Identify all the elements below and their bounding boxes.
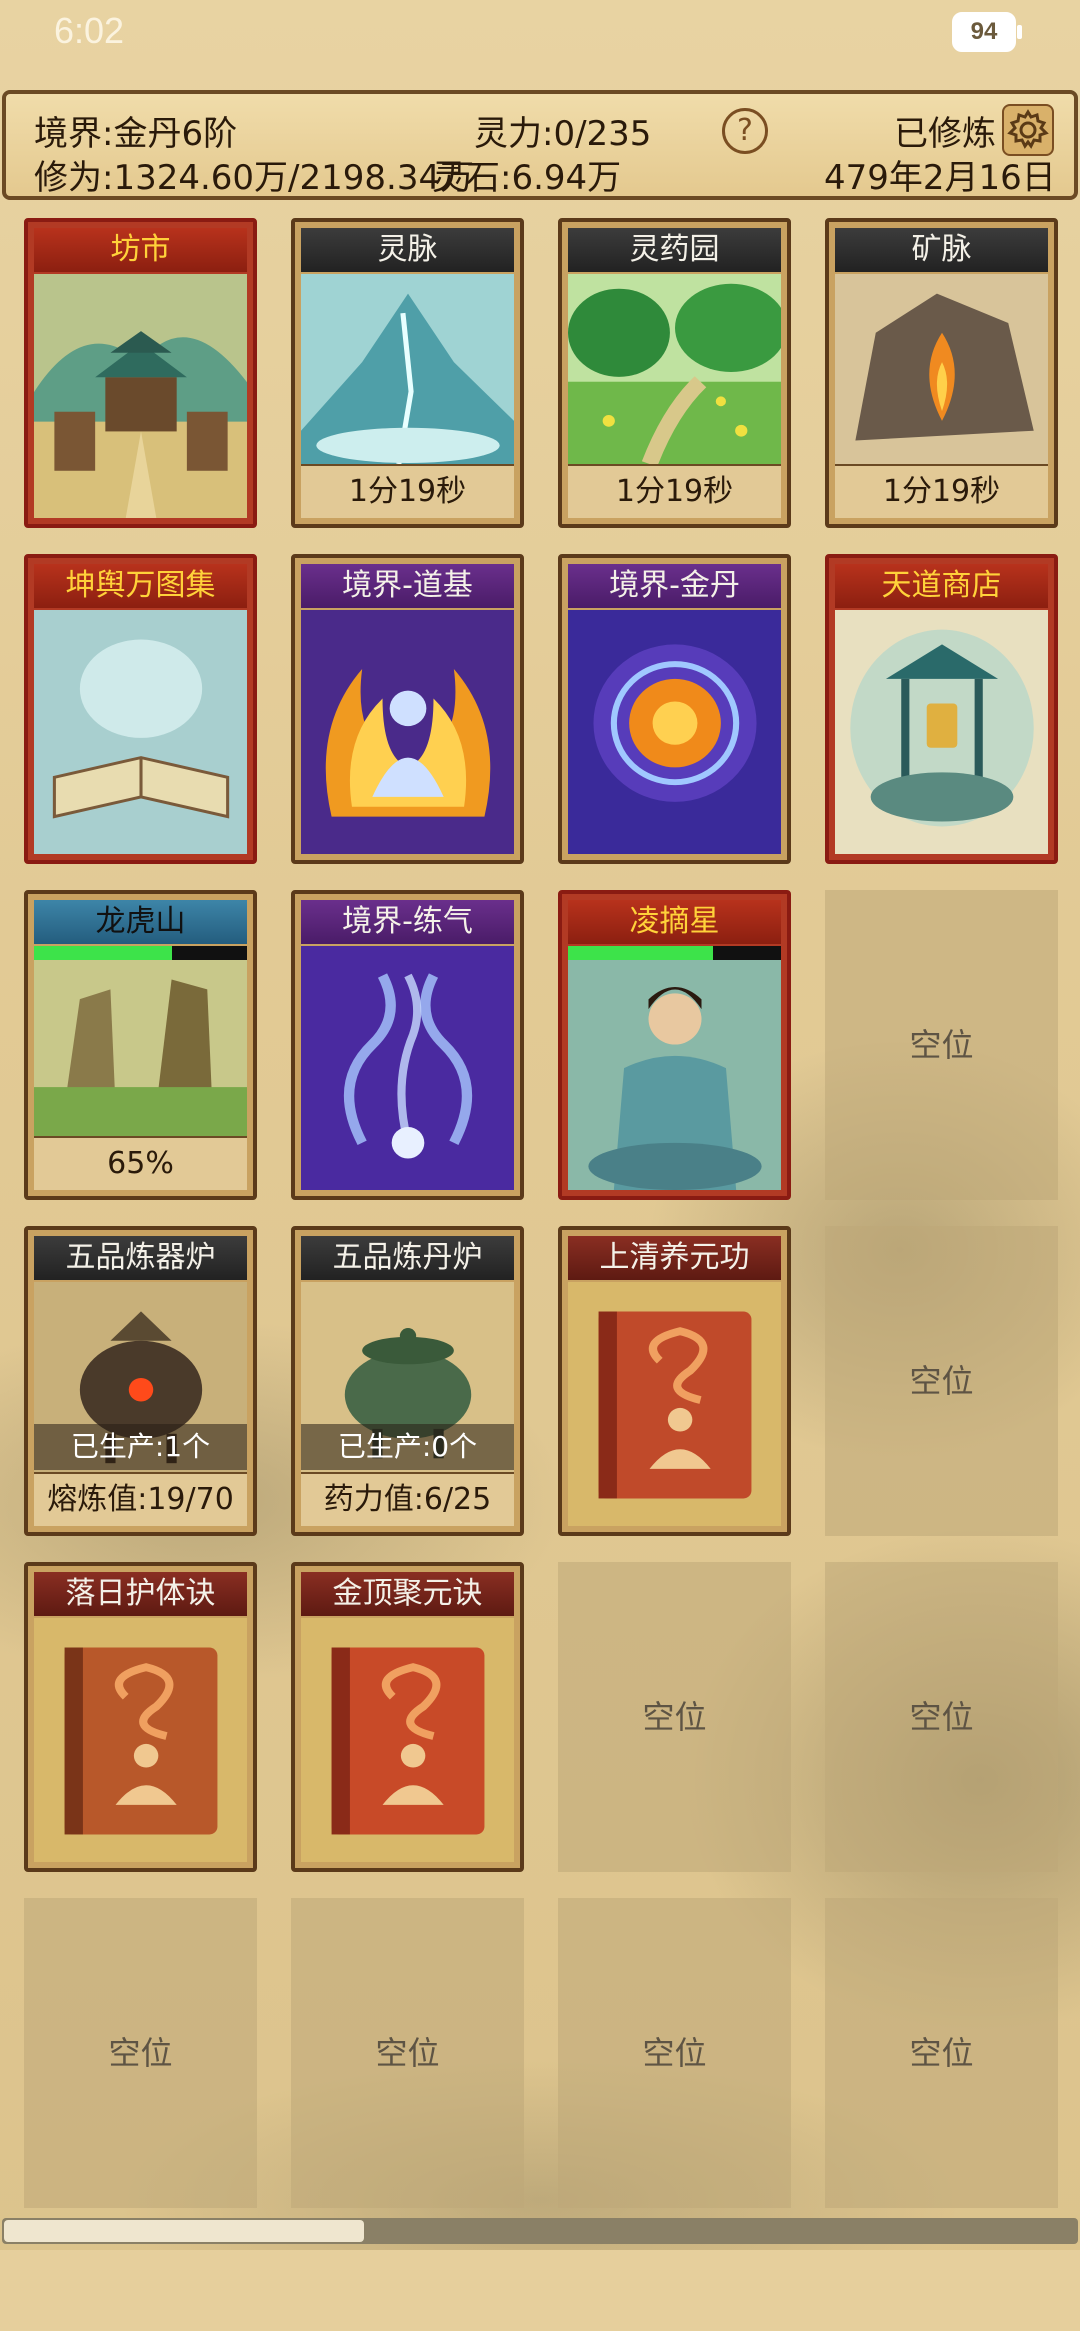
empty-slot[interactable]: 空位 (291, 1898, 524, 2208)
market-image (34, 274, 247, 518)
card-title: 五品炼器炉 (34, 1236, 247, 1280)
card-title: 上清养元功 (568, 1236, 781, 1280)
character-portrait (568, 960, 781, 1190)
battery-icon: 94 (952, 12, 1022, 52)
card-kuangmai[interactable]: 矿脉 1分19秒 (825, 218, 1058, 528)
card-jinding[interactable]: 金顶聚元诀 (291, 1562, 524, 1872)
status-bar: 6:02 94 (0, 0, 1080, 80)
realm-label: 境界:金丹6阶 (34, 114, 238, 154)
meditation-flame-image (301, 610, 514, 854)
card-title: 五品炼丹炉 (301, 1236, 514, 1280)
spirit-vein-image (301, 274, 514, 465)
card-realm-jindan[interactable]: 境界-金丹 (558, 554, 791, 864)
player-status-panel: 境界:金丹6阶 灵力:0/235 ? 已修炼 修为:1324.60万/2198.… (2, 90, 1078, 200)
golden-core-image (568, 610, 781, 854)
herb-garden-image (568, 274, 787, 467)
card-title: 凌摘星 (568, 900, 781, 944)
card-timer: 1分19秒 (835, 464, 1048, 518)
card-title: 落日护体诀 (34, 1572, 247, 1616)
qi-refining-image (301, 946, 514, 1190)
game-date: 479年2月16日 (824, 158, 1056, 198)
card-luori[interactable]: 落日护体诀 (24, 1562, 257, 1872)
technique-book-image (34, 1618, 247, 1862)
card-timer: 1分19秒 (568, 464, 781, 518)
card-title: 坤舆万图集 (34, 564, 247, 608)
card-title: 矿脉 (835, 228, 1048, 272)
progress-bar (34, 946, 247, 960)
progress-bar-fill (34, 946, 173, 960)
gear-icon[interactable] (1002, 104, 1054, 156)
status-time: 6:02 (54, 10, 125, 51)
card-lingzhaixing[interactable]: 凌摘星 (558, 890, 791, 1200)
card-forge[interactable]: 五品炼器炉 已生产:1个 熔炼值:19/70 (24, 1226, 257, 1536)
empty-slot[interactable]: 空位 (825, 1898, 1058, 2208)
card-title: 境界-金丹 (568, 564, 781, 608)
card-alchemy[interactable]: 五品炼丹炉 已生产:0个 药力值:6/25 (291, 1226, 524, 1536)
bottom-area (0, 2250, 1080, 2331)
empty-slot[interactable]: 空位 (825, 1562, 1058, 1872)
cultivation-status: 已修炼 (894, 114, 996, 154)
potency-value: 药力值:6/25 (301, 1472, 514, 1526)
card-title: 坊市 (34, 228, 247, 272)
produced-count: 已生产:1个 (34, 1424, 247, 1470)
empty-slot[interactable]: 空位 (825, 890, 1058, 1200)
card-title: 龙虎山 (34, 900, 247, 944)
scrollbar-thumb[interactable] (4, 2220, 364, 2242)
empty-slot[interactable]: 空位 (24, 1898, 257, 2208)
health-bar (568, 946, 781, 960)
card-fangshi[interactable]: 坊市 (24, 218, 257, 528)
card-tiandao-shop[interactable]: 天道商店 (825, 554, 1058, 864)
cultivation-label: 修为:1324.60万/2198.34万 (34, 158, 475, 198)
technique-book-image (301, 1618, 514, 1862)
produced-count: 已生产:0个 (301, 1424, 514, 1470)
health-bar-fill (568, 946, 713, 960)
empty-slot[interactable]: 空位 (558, 1562, 791, 1872)
card-title: 灵药园 (568, 228, 781, 272)
spirit-power-label: 灵力:0/235 (474, 114, 652, 154)
card-title: 灵脉 (301, 228, 514, 272)
spirit-stones-label: 灵石:6.94万 (432, 158, 622, 198)
mine-vein-image (835, 274, 1048, 464)
card-shangqing[interactable]: 上清养元功 (558, 1226, 791, 1536)
help-icon[interactable]: ? (722, 108, 768, 154)
horizontal-scrollbar[interactable] (2, 2218, 1078, 2244)
card-title: 天道商店 (835, 564, 1048, 608)
mountain-image (34, 960, 247, 1136)
card-progress-text: 65% (34, 1136, 247, 1190)
card-lingyaoyuan[interactable]: 灵药园 1分19秒 (558, 218, 791, 528)
smelting-value: 熔炼值:19/70 (34, 1472, 247, 1526)
card-lingmai[interactable]: 灵脉 1分19秒 (291, 218, 524, 528)
shrine-image (835, 610, 1048, 854)
empty-slot[interactable]: 空位 (558, 1898, 791, 2208)
atlas-book-image (34, 610, 247, 854)
card-kunyu[interactable]: 坤舆万图集 (24, 554, 257, 864)
card-realm-daoji[interactable]: 境界-道基 (291, 554, 524, 864)
card-title: 境界-道基 (301, 564, 514, 608)
card-longhushan[interactable]: 龙虎山 65% (24, 890, 257, 1200)
technique-book-image (568, 1282, 781, 1526)
card-title: 境界-练气 (301, 900, 514, 944)
card-title: 金顶聚元诀 (301, 1572, 514, 1616)
card-timer: 1分19秒 (301, 464, 514, 518)
card-realm-lianqi[interactable]: 境界-练气 (291, 890, 524, 1200)
empty-slot[interactable]: 空位 (825, 1226, 1058, 1536)
